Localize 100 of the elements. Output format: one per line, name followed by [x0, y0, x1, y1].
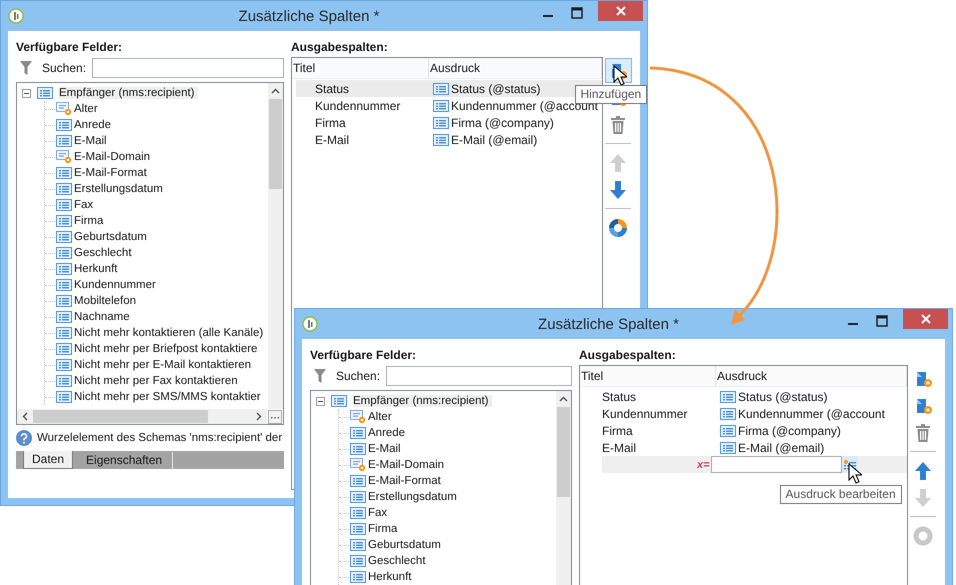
tree-item[interactable]: Firma	[368, 523, 398, 535]
scroll-thumb[interactable]	[269, 99, 282, 189]
close-icon	[616, 6, 626, 16]
column-header[interactable]: Titel	[292, 58, 429, 78]
scroll-left-icon	[22, 412, 28, 421]
scroll-thumb[interactable]	[33, 410, 208, 423]
tree-item[interactable]: Anrede	[74, 119, 112, 131]
list-icon	[56, 343, 72, 355]
table-row[interactable]: Status Status (@status)	[584, 388, 907, 405]
table-row[interactable]: Firma Firma (@company)	[584, 422, 907, 439]
tree-item[interactable]: E-Mail-Format	[368, 475, 441, 487]
list-icon	[56, 119, 72, 131]
tree-item[interactable]: Empfänger (nms:recipient)	[59, 87, 198, 99]
tree-item[interactable]: Geburtsdatum	[74, 231, 147, 243]
app-icon	[302, 316, 318, 332]
tab[interactable]: Eigenschaften	[76, 452, 174, 469]
calculated-field-icon	[350, 410, 366, 424]
search-field[interactable]	[386, 366, 572, 386]
tooltip: Hinzufügen	[574, 85, 648, 104]
tree-item[interactable]: Nicht mehr per SMS/MMS kontaktier	[74, 391, 261, 403]
tree-item[interactable]: Alter	[368, 411, 392, 423]
more-icon	[268, 410, 282, 424]
calculated-field-icon	[56, 150, 72, 164]
expression-field[interactable]	[710, 456, 842, 473]
list-icon	[433, 116, 449, 128]
scrollbar[interactable]	[17, 409, 267, 424]
table-row[interactable]: E-Mail E-Mail (@email)	[296, 131, 602, 148]
tree-item[interactable]: Nachname	[74, 311, 130, 323]
table-row[interactable]: E-Mail E-Mail (@email)	[584, 439, 907, 456]
list-icon	[433, 100, 449, 112]
tree-item[interactable]: Mobiltelefon	[74, 295, 136, 307]
tree-item[interactable]: E-Mail-Format	[74, 167, 147, 179]
tree-item[interactable]: Fax	[368, 507, 388, 519]
list-icon	[350, 491, 366, 503]
column-header[interactable]: Ausdruck	[716, 366, 907, 386]
tree-item[interactable]: Erstellungsdatum	[74, 183, 163, 195]
tree-item[interactable]: E-Mail-Domain	[74, 151, 150, 163]
collapse-icon[interactable]	[316, 396, 325, 406]
close-button[interactable]	[598, 1, 643, 21]
scroll-right-icon	[256, 412, 262, 421]
tree-item[interactable]: Anrede	[368, 427, 406, 439]
tree-item[interactable]: Herkunft	[74, 263, 118, 275]
tree-item[interactable]: Kundennummer	[74, 279, 156, 291]
list-icon	[56, 279, 72, 291]
scrollbar[interactable]	[556, 391, 571, 585]
section-heading: Ausgabespalten:	[291, 39, 389, 55]
scroll-thumb[interactable]	[557, 407, 570, 497]
tree-item[interactable]: Nicht mehr per E-Mail kontaktieren	[74, 359, 252, 371]
list-icon	[56, 215, 72, 227]
list-icon	[331, 395, 347, 407]
search-label: Suchen:	[336, 369, 380, 383]
list-icon	[350, 555, 366, 567]
list-icon	[56, 231, 72, 243]
list-icon	[720, 424, 736, 436]
table-cell: E-Mail (@email)	[738, 440, 824, 454]
collapse-icon[interactable]	[22, 88, 31, 98]
table-cell: Firma (@company)	[451, 116, 554, 130]
tree-item[interactable]: Empfänger (nms:recipient)	[353, 395, 492, 407]
list-icon	[56, 391, 72, 403]
tree-item[interactable]: Geschlecht	[368, 555, 426, 567]
tree-item[interactable]: E-Mail-Domain	[368, 459, 444, 471]
tree-item[interactable]: E-Mail	[368, 443, 401, 455]
down-arrow-icon	[609, 180, 627, 200]
search-field[interactable]	[92, 58, 284, 78]
column-header[interactable]: Ausdruck	[429, 58, 602, 78]
scrollbar[interactable]	[268, 83, 283, 409]
table-cell: Kundennummer (@account	[738, 406, 885, 420]
list-icon	[720, 442, 736, 454]
tree-item[interactable]: Fax	[74, 199, 94, 211]
tree-item[interactable]: Nicht mehr per Fax kontaktieren	[74, 375, 238, 387]
table-cell: Status (@status)	[738, 390, 828, 404]
tab[interactable]: Daten	[23, 451, 74, 469]
list-icon	[56, 359, 72, 371]
table-row[interactable]: Firma Firma (@company)	[296, 114, 602, 131]
table-cell: Firma (@company)	[738, 424, 841, 438]
tree-item[interactable]: Nicht mehr per Briefpost kontaktiere	[74, 343, 258, 355]
formula-mark: x=	[697, 458, 710, 470]
status-text: Wurzelelement des Schemas 'nms:recipient' der	[37, 432, 282, 444]
table-cell-text: Status	[314, 82, 350, 96]
tree-item[interactable]: Alter	[74, 103, 98, 115]
trash-icon	[609, 114, 627, 134]
tree-item[interactable]: Geschlecht	[74, 247, 132, 259]
maximize-icon	[571, 7, 583, 19]
tree-item[interactable]: Erstellungsdatum	[368, 491, 457, 503]
table-cell-text: Status	[601, 390, 638, 404]
scroll-up-icon	[559, 396, 568, 402]
column-header[interactable]: Titel	[580, 366, 716, 386]
list-icon	[433, 134, 449, 146]
close-button[interactable]	[903, 309, 948, 329]
filter-icon	[20, 61, 32, 75]
tree-item[interactable]: Geburtsdatum	[368, 539, 441, 551]
tree-item[interactable]: E-Mail	[74, 135, 107, 147]
tree-item[interactable]: Firma	[74, 215, 104, 227]
donut-chart-icon	[913, 526, 933, 546]
scroll-up-icon	[271, 88, 280, 94]
tree-item[interactable]: Nicht mehr kontaktieren (alle Kanäle)	[74, 327, 264, 339]
tree-item[interactable]: Herkunft	[368, 571, 412, 583]
list-icon	[56, 263, 72, 275]
table-row[interactable]: Kundennummer Kundennummer (@account	[584, 405, 907, 422]
up-arrow-icon	[609, 152, 627, 172]
